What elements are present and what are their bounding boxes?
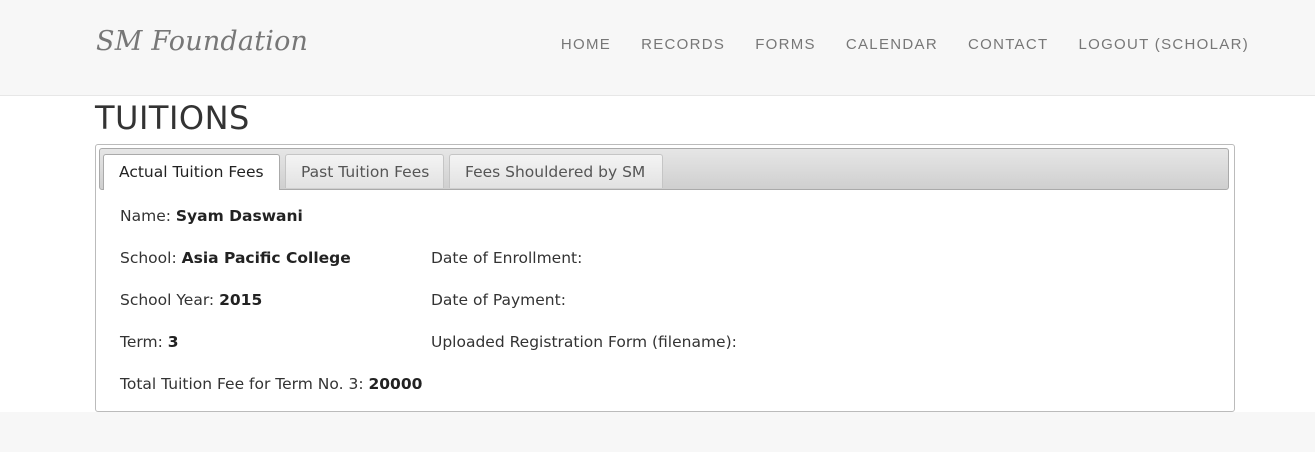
nav-logout[interactable]: LOGOUT (SCHOLAR) (1063, 36, 1249, 54)
nav-forms[interactable]: FORMS (740, 36, 831, 54)
field-term: Term: 3 (120, 333, 179, 351)
main-content: TUITIONS Actual Tuition Fees Past Tuitio… (0, 96, 1315, 412)
nav-records[interactable]: RECORDS (626, 36, 740, 54)
school-value: Asia Pacific College (181, 249, 351, 267)
name-value: Syam Daswani (175, 207, 303, 225)
tab-fees-shouldered-by-sm[interactable]: Fees Shouldered by SM (449, 154, 663, 188)
tab-actual-tuition-fees[interactable]: Actual Tuition Fees (103, 154, 280, 190)
tuition-panel: Actual Tuition Fees Past Tuition Fees Fe… (95, 144, 1235, 412)
upload-label: Uploaded Registration Form (filename): (431, 333, 737, 351)
term-value: 3 (167, 333, 179, 351)
school-year-value: 2015 (219, 291, 263, 309)
field-date-of-payment: Date of Payment: (431, 291, 566, 309)
field-uploaded-registration-form: Uploaded Registration Form (filename): (431, 333, 737, 351)
field-total-tuition-fee: Total Tuition Fee for Term No. 3: 20000 (120, 375, 422, 393)
term-label: Term: (120, 333, 163, 351)
school-label: School: (120, 249, 177, 267)
nav-calendar[interactable]: CALENDAR (831, 36, 953, 54)
enrollment-label: Date of Enrollment: (431, 249, 583, 267)
field-school: School: Asia Pacific College (120, 249, 351, 267)
nav-contact[interactable]: CONTACT (953, 36, 1063, 54)
name-label: Name: (120, 207, 171, 225)
total-label: Total Tuition Fee for Term No. 3: (120, 375, 364, 393)
page-title: TUITIONS (95, 99, 250, 137)
tab-past-tuition-fees[interactable]: Past Tuition Fees (285, 154, 444, 188)
school-year-label: School Year: (120, 291, 215, 309)
payment-label: Date of Payment: (431, 291, 566, 309)
field-school-year: School Year: 2015 (120, 291, 262, 309)
field-date-of-enrollment: Date of Enrollment: (431, 249, 582, 267)
nav-home[interactable]: HOME (546, 36, 626, 54)
total-value: 20000 (368, 375, 423, 393)
tab-bar: Actual Tuition Fees Past Tuition Fees Fe… (99, 148, 1229, 190)
main-nav: HOME RECORDS FORMS CALENDAR CONTACT LOGO… (546, 36, 1249, 54)
field-name: Name: Syam Daswani (120, 207, 303, 225)
navbar: SM Foundation HOME RECORDS FORMS CALENDA… (0, 0, 1315, 96)
brand-logo[interactable]: SM Foundation (96, 26, 308, 57)
